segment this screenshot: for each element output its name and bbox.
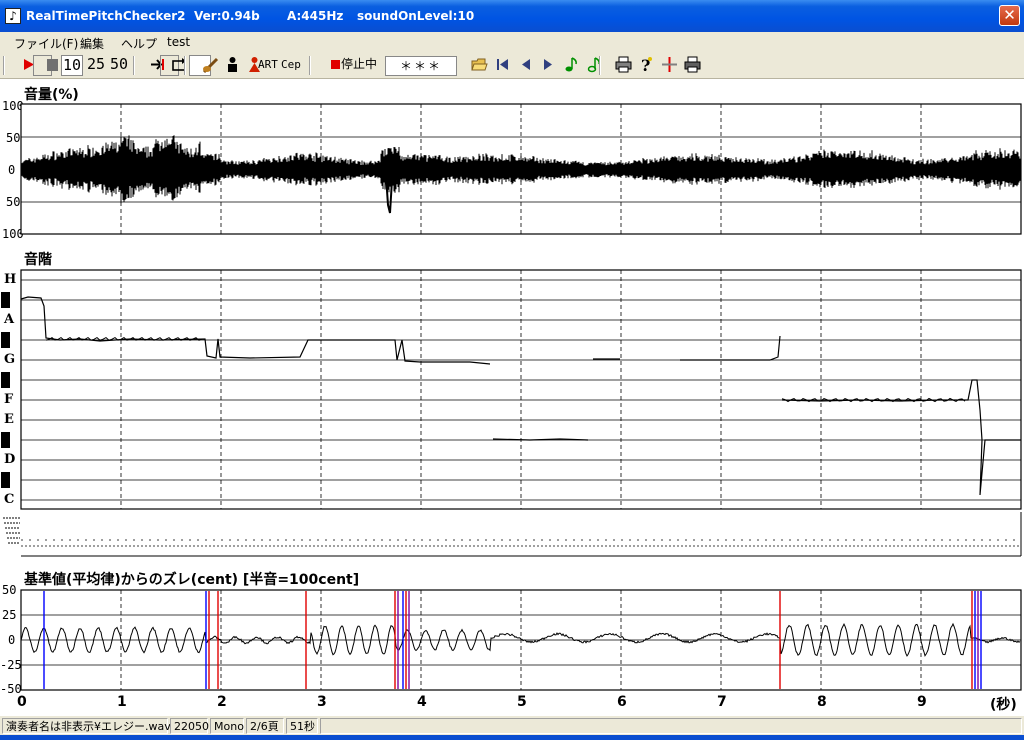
cent-deviation-panel[interactable] xyxy=(0,0,1024,740)
x-tick-label: 8 xyxy=(817,694,827,710)
x-tick-label: 5 xyxy=(517,694,527,710)
status-bar: 演奏者名は非表示¥エレジー.wav 22050 Mono 2/6頁 51秒 xyxy=(0,715,1024,735)
x-tick-label: 3 xyxy=(317,694,327,710)
status-file: 演奏者名は非表示¥エレジー.wav xyxy=(2,718,171,734)
x-tick-label: 4 xyxy=(417,694,427,710)
x-tick-label: 9 xyxy=(917,694,927,710)
status-page: 2/6頁 xyxy=(246,718,284,734)
x-tick-label: 1 xyxy=(117,694,127,710)
x-tick-label: 2 xyxy=(217,694,227,710)
status-empty xyxy=(320,718,1022,734)
x-tick-label: 6 xyxy=(617,694,627,710)
status-rate: 22050 xyxy=(170,718,209,734)
x-tick-label: 0 xyxy=(17,694,27,710)
status-duration: 51秒 xyxy=(286,718,318,734)
x-axis-unit: (秒) xyxy=(990,697,1017,713)
status-channels: Mono xyxy=(210,718,244,734)
x-tick-label: 7 xyxy=(717,694,727,710)
window-bottom-border xyxy=(0,735,1024,740)
